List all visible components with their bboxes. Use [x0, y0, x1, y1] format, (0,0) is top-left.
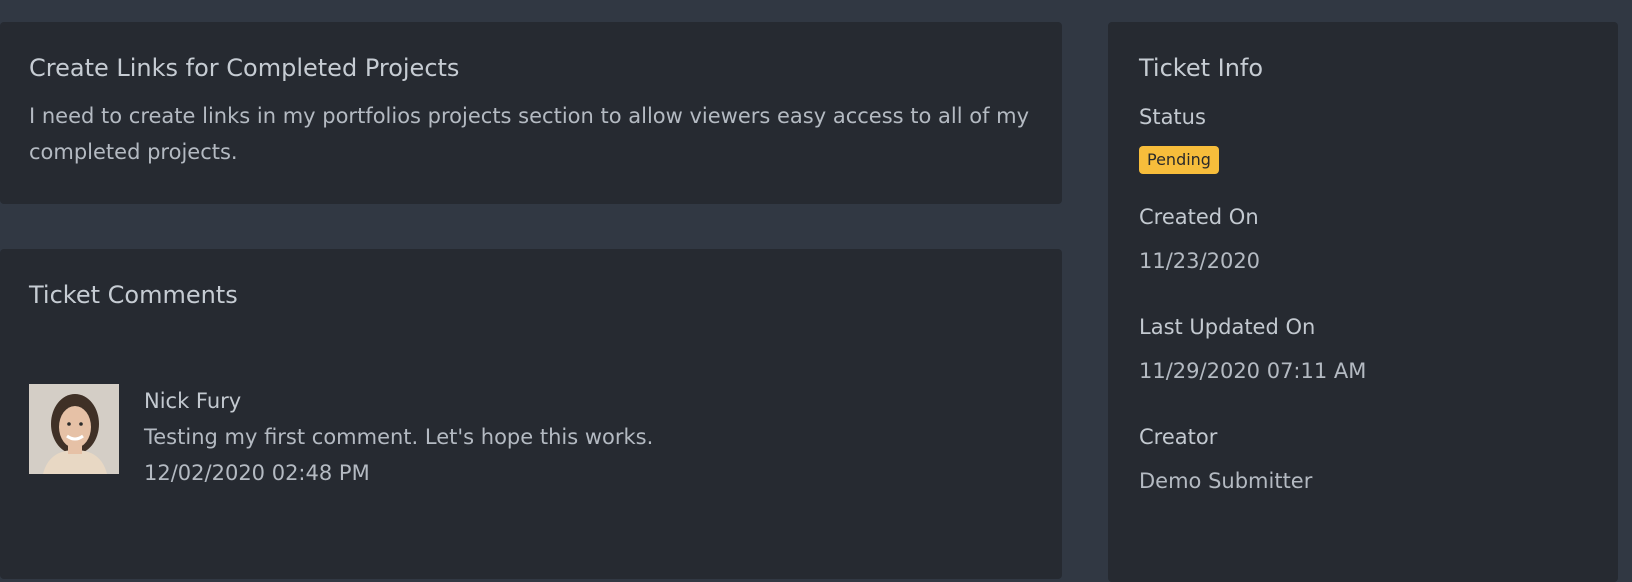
ticket-info-card: Ticket Info Status Pending Created On 11…: [1108, 22, 1618, 582]
comments-title: Ticket Comments: [29, 281, 238, 309]
updated-section: Last Updated On 11/29/2020 07:11 AM: [1139, 310, 1587, 388]
created-label: Created On: [1139, 205, 1259, 229]
creator-section: Creator Demo Submitter: [1139, 420, 1587, 498]
status-section: Status Pending: [1139, 100, 1587, 174]
status-label: Status: [1139, 105, 1206, 129]
creator-label: Creator: [1139, 425, 1218, 449]
ticket-title: Create Links for Completed Projects: [29, 54, 460, 82]
created-section: Created On 11/23/2020: [1139, 200, 1587, 278]
comment-date: 12/02/2020 02:48 PM: [144, 461, 370, 485]
comments-card: Ticket Comments Nick Fury Testing my fir…: [0, 249, 1062, 579]
comment-author: Nick Fury: [144, 389, 242, 413]
comment-text: Testing my first comment. Let's hope thi…: [144, 425, 654, 449]
creator-value: Demo Submitter: [1139, 469, 1313, 493]
avatar-image: [29, 384, 119, 474]
ticket-description: I need to create links in my portfolios …: [29, 104, 1030, 164]
updated-label: Last Updated On: [1139, 315, 1316, 339]
updated-value: 11/29/2020 07:11 AM: [1139, 359, 1367, 383]
avatar: [29, 384, 119, 474]
status-badge: Pending: [1139, 146, 1219, 174]
comment-item: Nick Fury Testing my first comment. Let'…: [29, 384, 653, 491]
comment-body: Nick Fury Testing my first comment. Let'…: [144, 383, 653, 491]
created-value: 11/23/2020: [1139, 249, 1261, 273]
ticket-info-title: Ticket Info: [1139, 54, 1264, 82]
ticket-card: Create Links for Completed Projects I ne…: [0, 22, 1062, 204]
